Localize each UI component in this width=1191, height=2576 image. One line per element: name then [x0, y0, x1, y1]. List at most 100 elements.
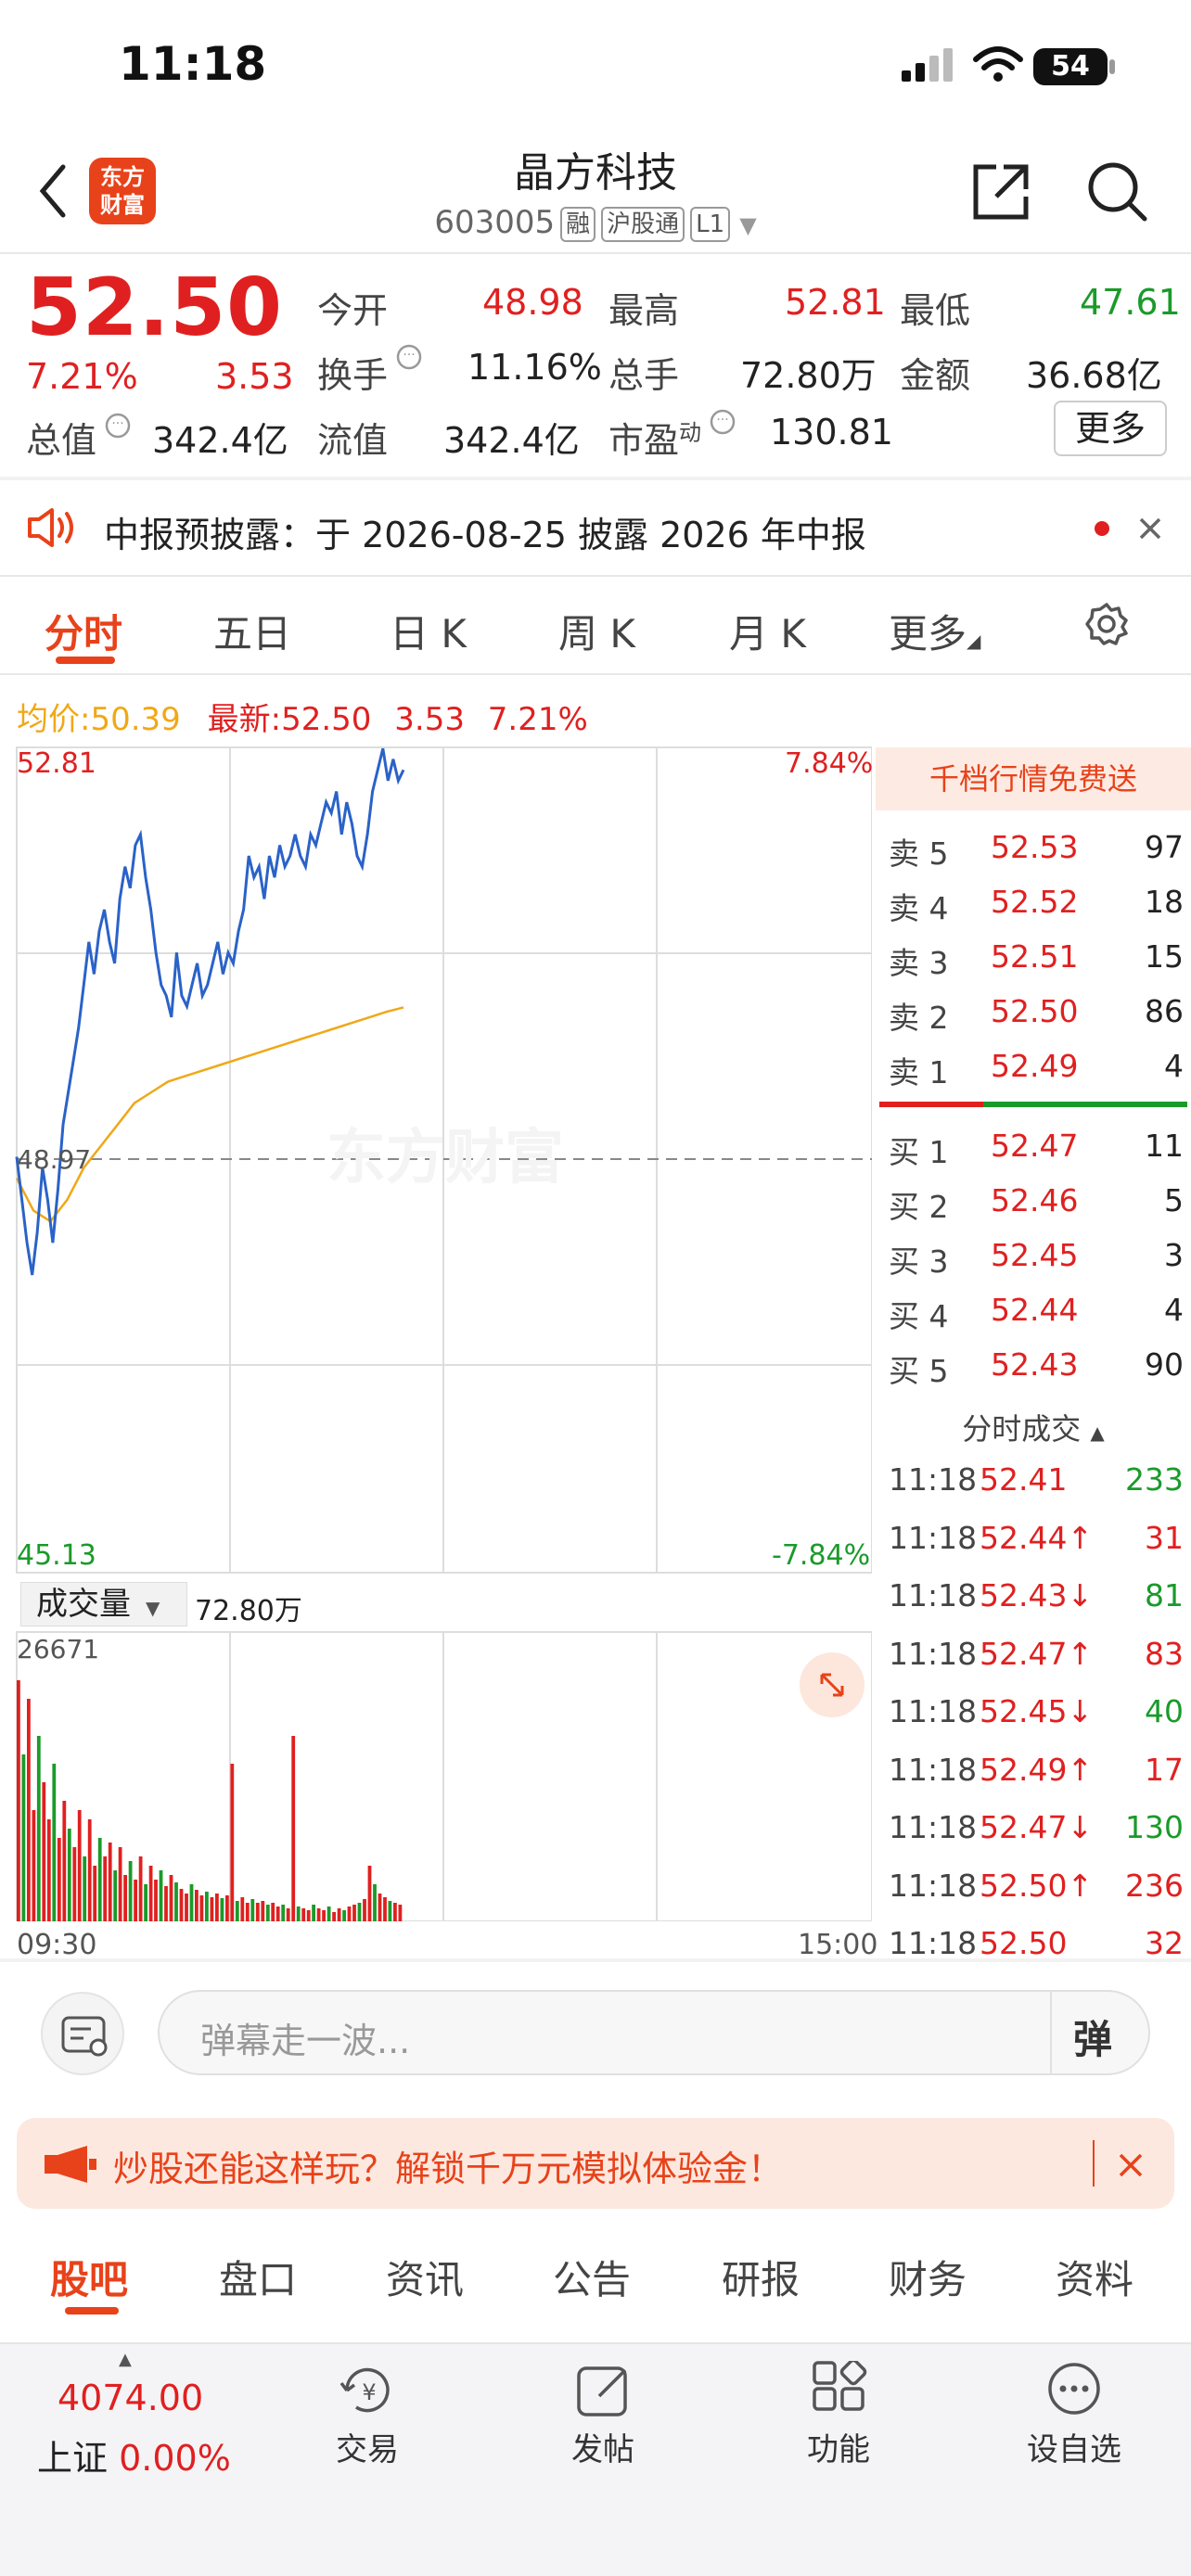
tab-guba[interactable]: 股吧 — [50, 2249, 128, 2305]
watchlist-icon[interactable] — [1043, 2361, 1108, 2420]
info-icon[interactable]: ··· — [709, 408, 736, 436]
tab-news[interactable]: 资讯 — [386, 2249, 464, 2305]
index-row[interactable]: 上证 0.00% — [37, 2429, 231, 2480]
ask-label: 卖 3 — [889, 945, 949, 981]
volume-bar — [286, 1908, 290, 1921]
tab-pankou[interactable]: 盘口 — [219, 2249, 297, 2305]
orderbook-banner[interactable]: 千档行情免费送 — [876, 747, 1191, 810]
bid-price: 52.47 — [991, 1128, 1079, 1164]
volume-bar — [108, 1843, 112, 1921]
volume-chart[interactable] — [0, 1628, 872, 1921]
svg-text:···: ··· — [716, 413, 728, 427]
trade-row: 11:18 52.49↑ 17 — [876, 1744, 1191, 1803]
volume-bar — [316, 1908, 321, 1921]
bid-volume: 5 — [1164, 1182, 1184, 1218]
expand-up-icon[interactable]: ▲ — [119, 2350, 132, 2369]
trade-price: 52.47↑ — [980, 1635, 1094, 1672]
tab-profile[interactable]: 资料 — [1056, 2249, 1133, 2305]
trade-time: 11:18 — [889, 1635, 978, 1672]
nav-function[interactable]: 功能 — [774, 2424, 903, 2469]
share-icon[interactable] — [968, 159, 1033, 224]
open-value: 48.98 — [482, 282, 583, 323]
settings-icon[interactable] — [1083, 601, 1130, 647]
amount-value: 36.68亿 — [1026, 355, 1162, 396]
status-bar: 11:18 54 — [0, 0, 1191, 130]
tab-finance[interactable]: 财务 — [889, 2249, 967, 2305]
tab-monthly-k[interactable]: 月 K — [729, 603, 806, 659]
volume-bar — [240, 1897, 245, 1921]
volume-bar — [291, 1736, 296, 1921]
bid-row: 买 2 52.46 5 — [876, 1173, 1191, 1228]
close-icon[interactable] — [1137, 516, 1163, 542]
prev-close-price: 48.97 — [17, 1144, 92, 1175]
tab-intraday[interactable]: 分时 — [45, 603, 122, 659]
ask-label: 卖 1 — [889, 1054, 949, 1090]
trade-row: 11:18 52.50 32 — [876, 1918, 1191, 1976]
volume-value: 72.80万 — [740, 355, 877, 396]
status-time: 11:18 — [119, 37, 267, 91]
pe-sup: 动 — [679, 419, 702, 446]
tab-weekly-k[interactable]: 周 K — [558, 603, 635, 659]
bid-price: 52.43 — [991, 1346, 1079, 1383]
trade-icon[interactable]: ¥ — [336, 2361, 401, 2420]
volume-bar — [144, 1884, 147, 1921]
trade-volume: 17 — [1145, 1751, 1184, 1788]
float-value: 342.4亿 — [443, 420, 580, 461]
trade-volume: 83 — [1145, 1635, 1184, 1672]
trade-row: 11:18 52.43↓ 81 — [876, 1570, 1191, 1628]
tab-research[interactable]: 研报 — [722, 2249, 800, 2305]
volume-bar — [363, 1899, 366, 1921]
index-value[interactable]: 4074.00 — [58, 2378, 203, 2418]
tab-more[interactable]: 更多◢ — [889, 603, 980, 659]
danmaku-send-button[interactable]: 弹 — [1073, 2009, 1112, 2065]
danmaku-icon — [61, 2016, 108, 2057]
ask-volume: 4 — [1164, 1048, 1184, 1084]
megaphone-icon — [45, 2146, 96, 2183]
nav-trade[interactable]: 交易 — [302, 2424, 432, 2469]
ask-row: 卖 4 52.52 18 — [876, 874, 1191, 929]
ask-label: 卖 5 — [889, 835, 949, 872]
trade-time: 11:18 — [889, 1693, 978, 1729]
latest-pct: 7.21% — [487, 701, 588, 738]
close-icon[interactable] — [1117, 2151, 1145, 2179]
notice-bar[interactable]: 中报预披露：于 2026-08-25 披露 2026 年中报 — [0, 480, 1191, 573]
high-value: 52.81 — [785, 282, 886, 323]
notice-title: 中报预披露： — [104, 515, 316, 555]
function-icon[interactable] — [809, 2361, 874, 2420]
tag-margin: 融 — [560, 206, 596, 242]
expand-button[interactable] — [800, 1652, 864, 1717]
trade-row: 11:18 52.45↓ 40 — [876, 1686, 1191, 1744]
more-button[interactable]: 更多 — [1054, 401, 1167, 456]
tab-daily-k[interactable]: 日 K — [390, 603, 467, 659]
tab-5day[interactable]: 五日 — [213, 603, 291, 659]
nav-add-watchlist[interactable]: 设自选 — [1009, 2424, 1139, 2469]
volume-bar — [169, 1875, 173, 1921]
volume-bar — [250, 1899, 255, 1921]
trades-list: 11:18 52.41 233 11:18 52.44↑ 31 11:18 52.43↓ 81 1… — [876, 1454, 1191, 1976]
trade-volume: 81 — [1145, 1577, 1184, 1613]
search-icon[interactable] — [1085, 159, 1150, 224]
speaker-icon — [28, 508, 73, 547]
info-icon[interactable]: ··· — [395, 343, 423, 371]
bottom-price: 45.13 — [17, 1539, 96, 1572]
volume-bar — [72, 1847, 77, 1921]
tag-connect: 沪股通 — [601, 206, 685, 242]
volume-bar — [312, 1905, 315, 1921]
post-icon[interactable] — [573, 2361, 638, 2420]
dropdown-icon[interactable]: ▼ — [739, 212, 756, 238]
volume-bar — [138, 1856, 143, 1921]
ask-price: 52.52 — [991, 884, 1079, 920]
trades-title[interactable]: 分时成交 ▲ — [876, 1406, 1191, 1448]
bid-label: 买 4 — [889, 1298, 949, 1334]
volume-bars — [17, 1680, 403, 1921]
volume-bar — [342, 1910, 346, 1921]
danmaku-toggle[interactable] — [41, 1992, 124, 2075]
trade-row: 11:18 52.47↓ 130 — [876, 1802, 1191, 1860]
promo-banner[interactable]: 炒股还能这样玩？解锁千万元模拟体验金！ — [17, 2118, 1174, 2209]
tab-announcements[interactable]: 公告 — [553, 2249, 631, 2305]
volume-selector[interactable]: 成交量 ▼ — [20, 1582, 187, 1626]
danmaku-input[interactable]: 弹幕走一波... 弹 — [158, 1990, 1150, 2075]
info-icon[interactable]: ··· — [104, 412, 132, 440]
nav-post[interactable]: 发帖 — [538, 2424, 668, 2469]
intraday-chart[interactable]: 东方财富 — [0, 742, 872, 1576]
